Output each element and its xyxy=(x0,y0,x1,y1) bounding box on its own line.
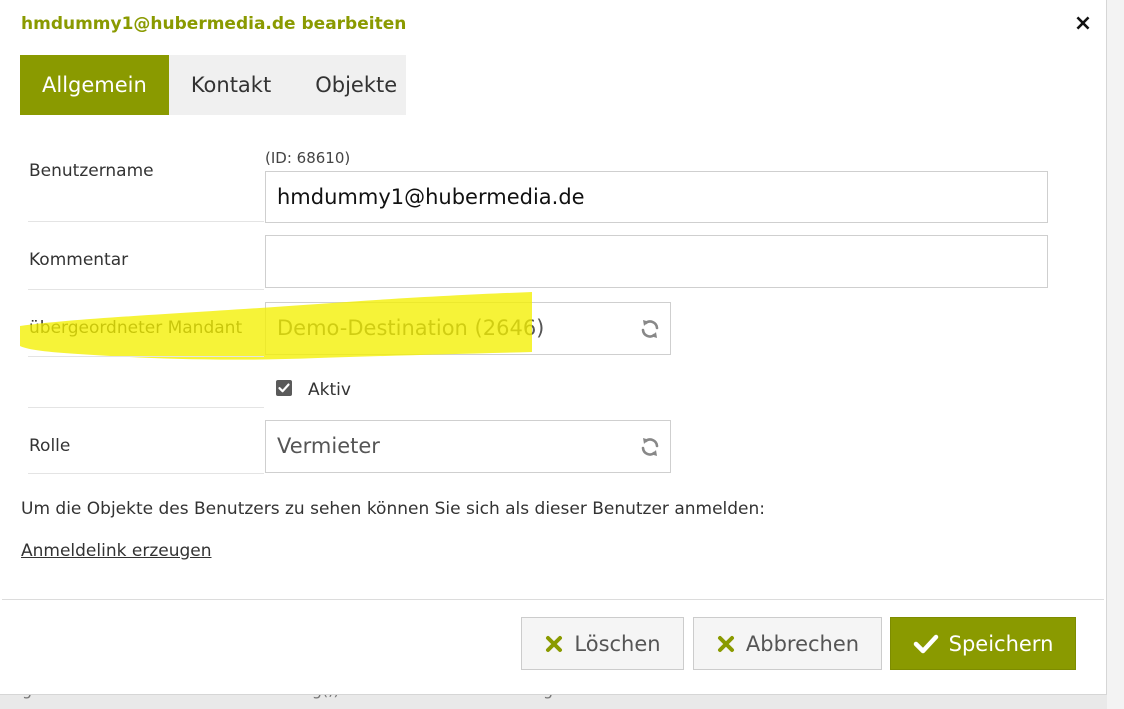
refresh-icon[interactable] xyxy=(638,317,662,341)
tab-allgemein[interactable]: Allgemein xyxy=(20,55,169,115)
user-id-hint: (ID: 68610) xyxy=(265,149,351,167)
tab-objekte[interactable]: Objekte xyxy=(293,55,419,115)
save-button-label: Speichern xyxy=(948,631,1054,656)
page-scroll-strip xyxy=(1107,0,1124,709)
row-divider xyxy=(28,221,264,222)
comment-label: Kommentar xyxy=(29,250,129,270)
row-divider xyxy=(28,407,264,408)
row-divider xyxy=(28,356,264,357)
checkmark-icon xyxy=(913,633,939,655)
role-select[interactable]: Vermieter xyxy=(265,420,671,473)
active-checkbox[interactable] xyxy=(276,380,292,396)
generate-login-link[interactable]: Anmeldelink erzeugen xyxy=(21,541,212,561)
row-divider xyxy=(28,289,264,290)
footer-divider xyxy=(2,599,1104,600)
row-divider xyxy=(28,473,264,474)
username-input[interactable] xyxy=(265,171,1048,223)
tab-bar: Allgemein Kontakt Objekte xyxy=(20,55,406,115)
parent-client-select[interactable]: Demo-Destination (2646) xyxy=(265,302,671,355)
close-icon xyxy=(716,634,736,654)
tab-kontakt[interactable]: Kontakt xyxy=(169,55,293,115)
username-label: Benutzername xyxy=(29,161,154,181)
active-label: Aktiv xyxy=(308,380,351,400)
checkmark-icon xyxy=(278,383,290,393)
role-value: Vermieter xyxy=(277,434,380,458)
close-icon xyxy=(544,634,564,654)
dialog-title: hmdummy1@hubermedia.de bearbeiten xyxy=(21,14,407,34)
edit-user-dialog: hmdummy1@hubermedia.de bearbeiten × Allg… xyxy=(0,0,1107,695)
role-label: Rolle xyxy=(29,436,71,456)
login-info-text: Um die Objekte des Benutzers zu sehen kö… xyxy=(21,499,766,519)
cancel-button-label: Abbrechen xyxy=(745,631,860,656)
save-button[interactable]: Speichern xyxy=(890,617,1076,670)
delete-button[interactable]: Löschen xyxy=(521,617,684,670)
parent-client-value: Demo-Destination (2646) xyxy=(277,316,545,340)
refresh-icon[interactable] xyxy=(638,435,662,459)
close-icon[interactable]: × xyxy=(1072,12,1094,36)
delete-button-label: Löschen xyxy=(574,631,661,656)
parent-client-label: übergeordneter Mandant xyxy=(29,318,243,338)
comment-input[interactable] xyxy=(265,235,1048,288)
cancel-button[interactable]: Abbrechen xyxy=(693,617,882,670)
